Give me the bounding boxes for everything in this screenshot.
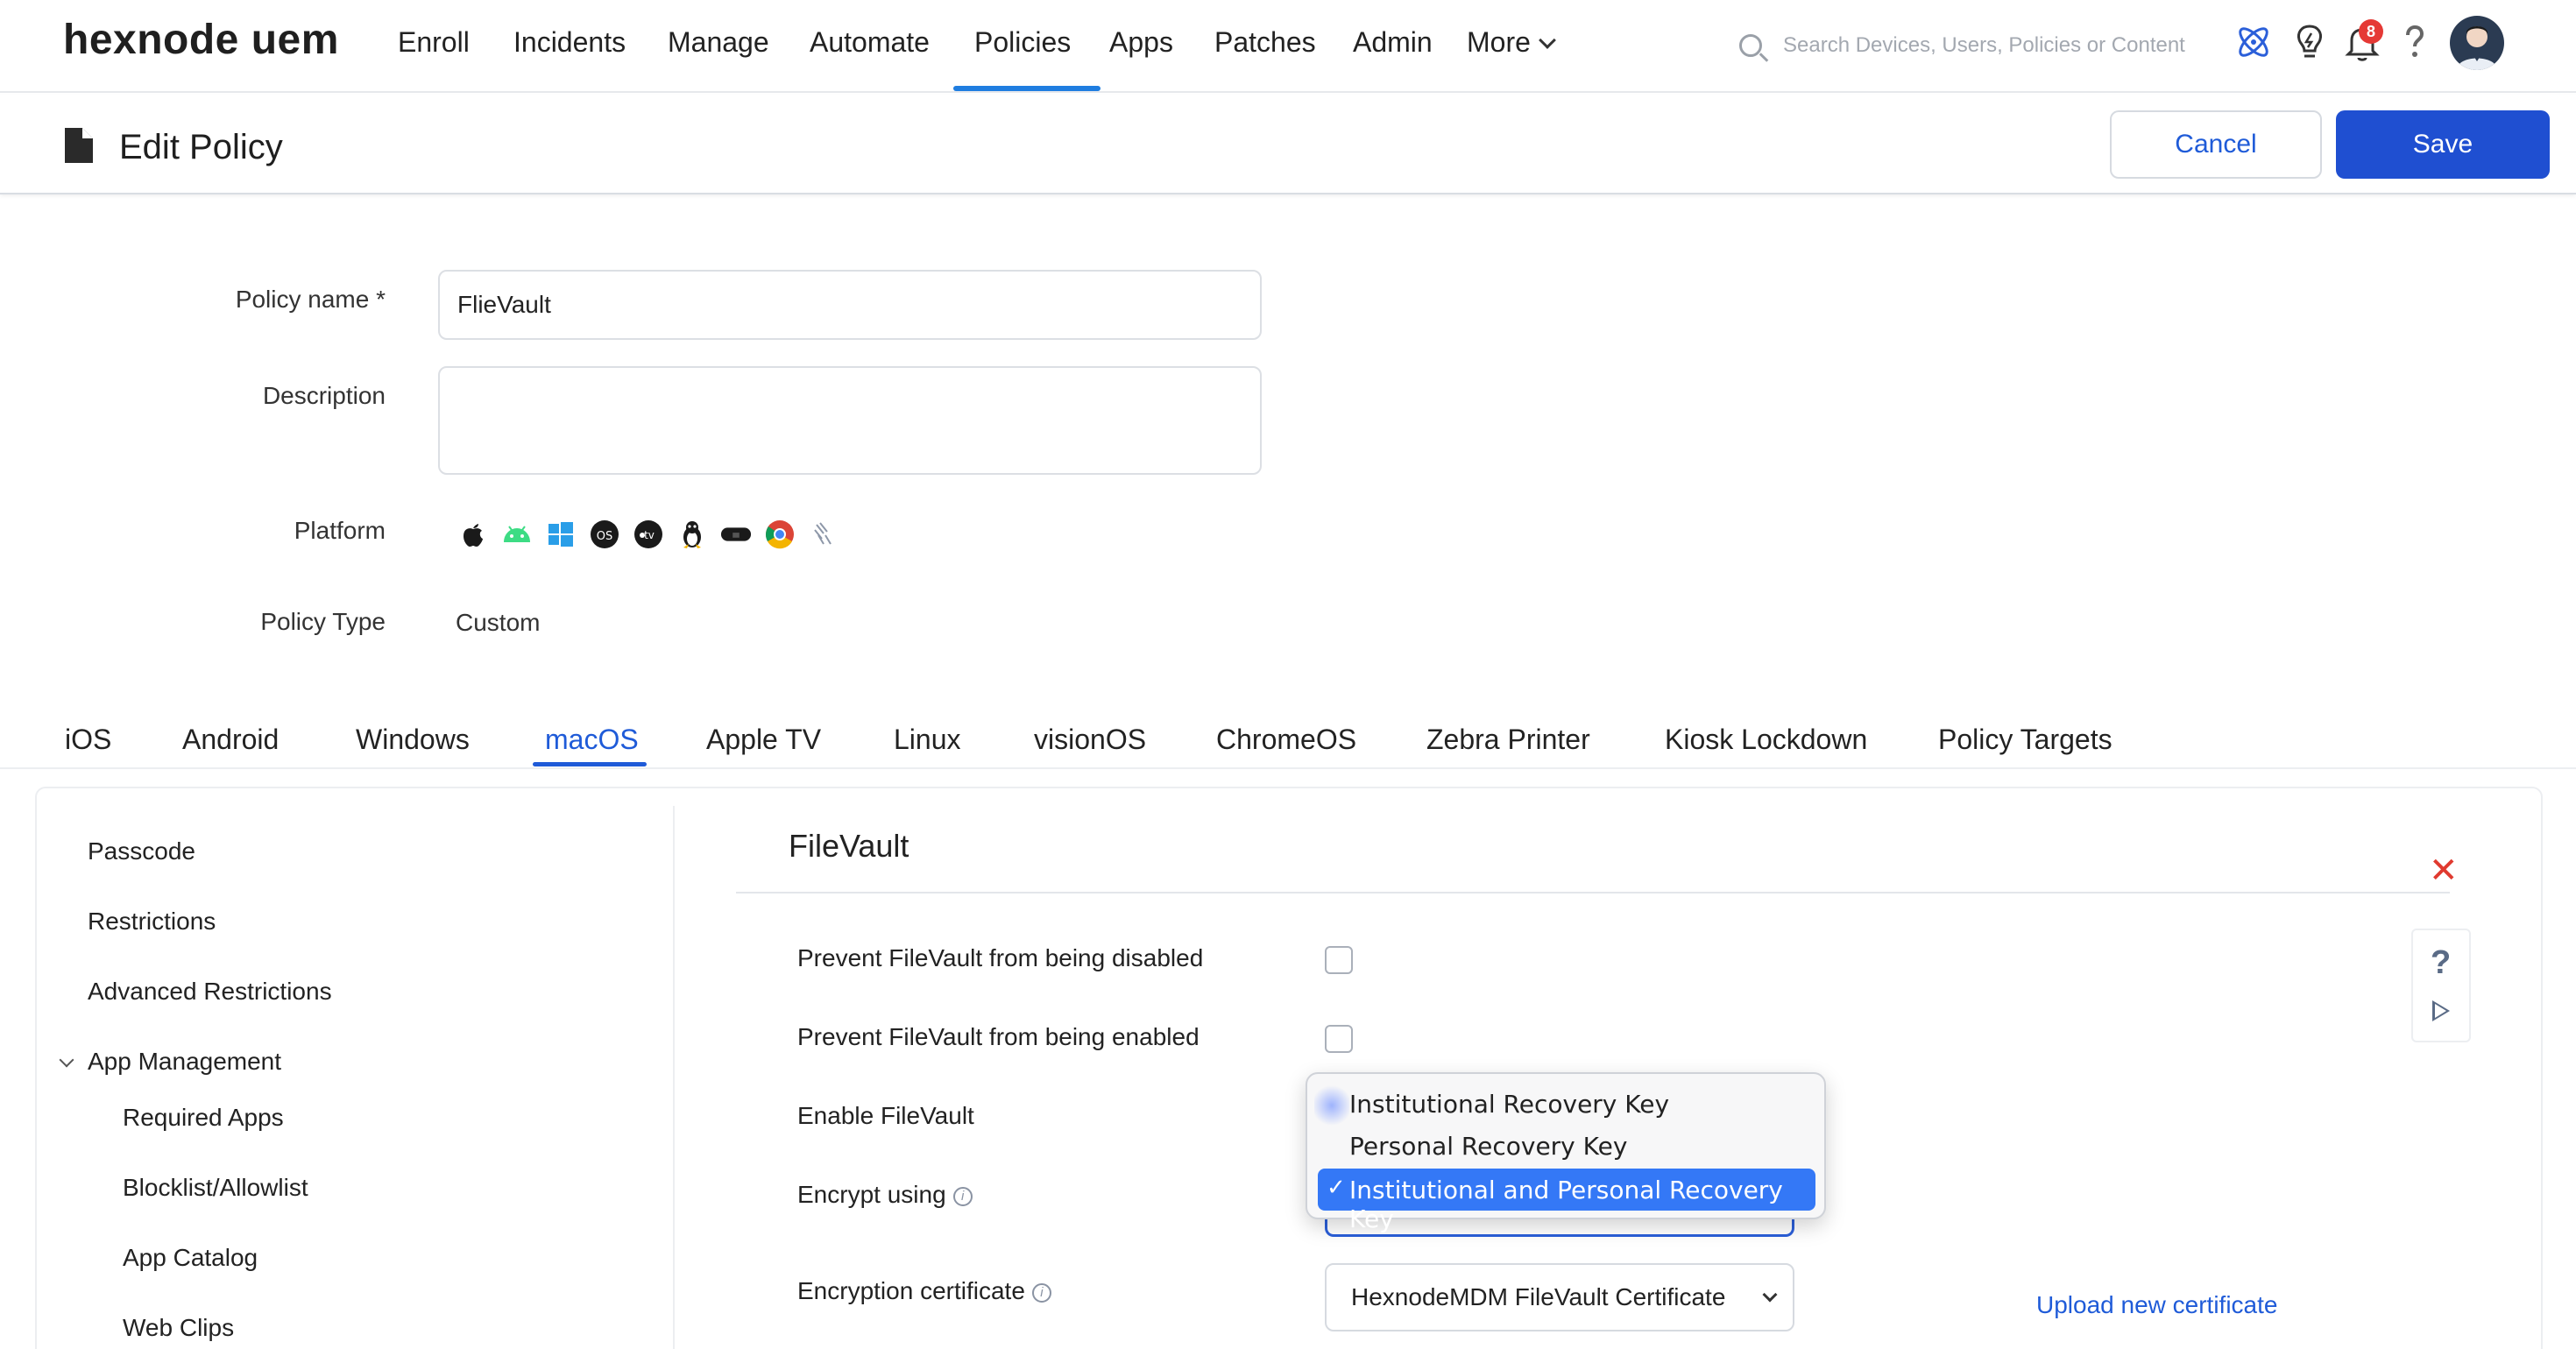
prevent-disable-label: Prevent FileVault from being disabled (797, 944, 1204, 971)
tab-linux[interactable]: Linux (894, 724, 961, 756)
tab-chromeos[interactable]: ChromeOS (1216, 724, 1356, 756)
sidebar-item-passcode[interactable]: Passcode (88, 837, 195, 865)
tab-kiosk-lockdown[interactable]: Kiosk Lockdown (1665, 724, 1867, 756)
chrome-icon (764, 519, 796, 550)
section-divider (736, 892, 2450, 893)
info-icon[interactable]: i (1031, 1282, 1051, 1303)
document-icon (65, 128, 93, 163)
sidebar-item-web-clips[interactable]: Web Clips (123, 1314, 234, 1342)
platform-tabs: iOS Android Windows macOS Apple TV Linux… (0, 718, 2576, 769)
linux-icon (676, 519, 708, 550)
nav-automate[interactable]: Automate (810, 26, 930, 59)
save-button[interactable]: Save (2336, 110, 2550, 179)
svg-text:tv: tv (644, 529, 655, 541)
certificate-value: HexnodeMDM FileVault Certificate (1351, 1283, 1726, 1310)
hexnode-logo[interactable]: hexnode uem (63, 16, 339, 64)
nav-manage[interactable]: Manage (668, 26, 769, 59)
encrypt-using-dropdown: Institutional Recovery Key Personal Reco… (1306, 1072, 1826, 1233)
atom-icon[interactable] (2233, 21, 2275, 63)
dropdown-option-label: Institutional and Personal Recovery Key (1349, 1176, 1783, 1233)
encryption-certificate-label: Encryption certificate i (797, 1277, 1051, 1305)
play-icon[interactable] (2432, 1000, 2450, 1021)
dropdown-option-institutional[interactable]: Institutional Recovery Key (1349, 1090, 1669, 1119)
prevent-enable-label: Prevent FileVault from being enabled (797, 1023, 1200, 1050)
platform-label: Platform (294, 517, 386, 544)
nav-more-label: More (1467, 26, 1531, 58)
tab-active-indicator (533, 762, 647, 766)
help-icon[interactable] (2394, 21, 2436, 63)
page-header: Edit Policy Cancel Save (0, 95, 2576, 194)
tab-policy-targets[interactable]: Policy Targets (1938, 724, 2112, 756)
policy-name-label: Policy name * (235, 286, 386, 313)
sidebar-divider (673, 806, 675, 1349)
nav-patches[interactable]: Patches (1214, 26, 1316, 59)
sidebar-item-required-apps[interactable]: Required Apps (123, 1104, 284, 1132)
apple-tv-icon: tv (633, 519, 664, 550)
svg-text:OS: OS (597, 530, 612, 543)
tab-zebra-printer[interactable]: Zebra Printer (1426, 724, 1590, 756)
tab-macos[interactable]: macOS (545, 724, 639, 756)
nav-active-indicator (953, 86, 1100, 91)
prevent-disable-checkbox[interactable] (1325, 946, 1353, 974)
policy-type-label: Policy Type (260, 608, 386, 635)
tab-ios[interactable]: iOS (65, 724, 111, 756)
windows-icon (545, 519, 577, 550)
notification-badge: 8 (2359, 19, 2383, 44)
global-search[interactable] (1739, 26, 2186, 65)
policy-content-panel (35, 787, 2543, 1349)
policy-name-input[interactable] (438, 270, 1262, 340)
platform-icons: OS tv (457, 519, 839, 550)
user-avatar[interactable] (2450, 16, 2504, 70)
search-input[interactable] (1783, 33, 2186, 58)
section-title: FileVault (789, 828, 909, 864)
focus-glow (1314, 1083, 1349, 1128)
enable-filevault-label: Enable FileVault (797, 1102, 974, 1129)
tab-visionos[interactable]: visionOS (1034, 724, 1146, 756)
lightbulb-icon[interactable] (2289, 21, 2331, 63)
visionos-icon (720, 519, 752, 550)
nav-apps[interactable]: Apps (1109, 26, 1173, 59)
nav-enroll[interactable]: Enroll (398, 26, 470, 59)
question-icon[interactable]: ? (2431, 944, 2451, 982)
encrypt-using-text: Encrypt using (797, 1181, 946, 1208)
sidebar-item-app-catalog[interactable]: App Catalog (123, 1244, 258, 1272)
description-textarea[interactable] (438, 366, 1262, 475)
tvos-icon: OS (589, 519, 620, 550)
encrypt-using-label: Encrypt using i (797, 1181, 973, 1209)
nav-admin[interactable]: Admin (1353, 26, 1433, 59)
zebra-icon (808, 519, 839, 550)
sidebar-item-blocklist-allowlist[interactable]: Blocklist/Allowlist (123, 1174, 308, 1202)
cancel-button[interactable]: Cancel (2110, 110, 2322, 179)
sidebar-group-app-management[interactable]: App Management (88, 1048, 281, 1076)
upload-certificate-link[interactable]: Upload new certificate (2036, 1291, 2277, 1319)
sidebar-item-advanced-restrictions[interactable]: Advanced Restrictions (88, 978, 332, 1006)
policy-type-value: Custom (456, 609, 541, 636)
encryption-certificate-select[interactable]: HexnodeMDM FileVault Certificate (1325, 1263, 1794, 1331)
apple-icon (457, 519, 489, 550)
encryption-certificate-text: Encryption certificate (797, 1277, 1025, 1304)
chevron-down-icon (1762, 1287, 1778, 1303)
prevent-enable-checkbox[interactable] (1325, 1025, 1353, 1053)
tab-windows[interactable]: Windows (356, 724, 470, 756)
search-icon (1739, 34, 1762, 57)
android-icon (501, 519, 533, 550)
tab-apple-tv[interactable]: Apple TV (706, 724, 821, 756)
nav-more[interactable]: More (1467, 26, 1556, 59)
page-title: Edit Policy (119, 128, 283, 166)
nav-incidents[interactable]: Incidents (513, 26, 626, 59)
close-icon[interactable]: ✕ (2429, 853, 2459, 888)
tab-android[interactable]: Android (182, 724, 279, 756)
nav-policies[interactable]: Policies (974, 26, 1071, 59)
dropdown-option-personal[interactable]: Personal Recovery Key (1349, 1132, 1627, 1161)
info-icon[interactable]: i (952, 1186, 973, 1206)
chevron-down-icon (1539, 32, 1556, 49)
top-navigation: hexnode uem Enroll Incidents Manage Auto… (0, 0, 2576, 93)
sidebar-item-restrictions[interactable]: Restrictions (88, 908, 216, 936)
description-label: Description (262, 382, 386, 409)
dropdown-option-institutional-and-personal[interactable]: ✓ Institutional and Personal Recovery Ke… (1318, 1169, 1815, 1233)
checkmark-icon: ✓ (1327, 1174, 1346, 1200)
